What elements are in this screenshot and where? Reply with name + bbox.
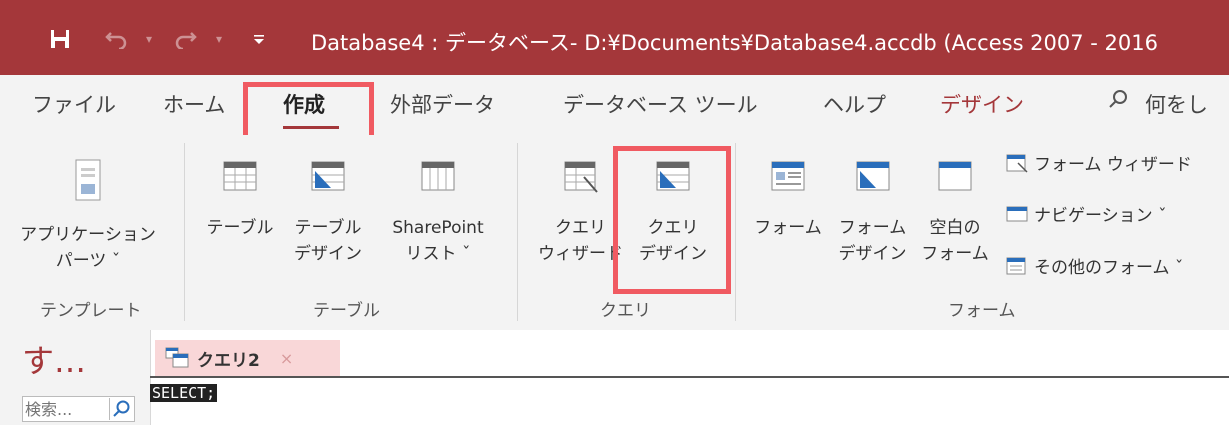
sharepoint-list-label-2: リスト ˇ (405, 244, 471, 264)
customize-qat-icon[interactable] (248, 24, 270, 54)
group-label-forms: フォーム (948, 301, 1016, 321)
tab-query2-label: クエリ2 (197, 350, 260, 371)
ribbon: アプリケーション パーツ ˇ テンプレート テーブル テーブル デザイン Sha… (0, 135, 1229, 330)
form-design-icon (856, 161, 889, 191)
table-label: テーブル (206, 218, 274, 238)
search-icon[interactable] (109, 398, 132, 420)
query-wizard-button[interactable]: クエリ ウィザード (533, 159, 628, 267)
tell-me-box[interactable]: 何をし (1145, 89, 1208, 119)
navigation-label: ナビゲーション ˇ (1034, 206, 1167, 226)
more-forms-icon (1006, 257, 1026, 274)
query-wizard-icon (564, 161, 598, 193)
query-design-button[interactable]: クエリ デザイン (628, 159, 718, 267)
redo-dropdown-icon[interactable]: ▾ (210, 24, 228, 54)
title-bar: ▾ ▾ Database4 : データベース- D:¥Documents¥Dat… (0, 0, 1229, 75)
tab-database-tools[interactable]: データベース ツール (563, 89, 758, 119)
search-icon[interactable] (1108, 89, 1128, 114)
tab-create[interactable]: 作成 (283, 89, 325, 119)
group-separator (517, 143, 518, 321)
query-icon (165, 347, 189, 368)
form-wizard-icon (1006, 154, 1028, 173)
application-parts-label: アプリケーション (20, 225, 156, 245)
table-icon (223, 161, 257, 191)
window-title: Database4 : データベース- D:¥Documents¥Databas… (311, 31, 1158, 55)
blank-form-label: 空白の (929, 218, 981, 238)
active-tab-underline (283, 126, 339, 129)
form-design-button[interactable]: フォーム デザイン (830, 159, 915, 267)
workspace: す… クエリ2 × SELECT; (0, 330, 1229, 425)
query-design-label: クエリ (647, 218, 699, 238)
query-design-label-2: デザイン (639, 244, 707, 264)
sql-editor-text[interactable]: SELECT; (150, 384, 218, 402)
redo-icon[interactable] (168, 24, 204, 54)
undo-dropdown-icon[interactable]: ▾ (140, 24, 158, 54)
application-parts-button[interactable]: アプリケーション パーツ ˇ (18, 152, 158, 274)
form-wizard-label: フォーム ウィザード (1034, 155, 1192, 175)
navigation-button[interactable]: ナビゲーション ˇ (1006, 201, 1167, 226)
group-label-queries: クエリ (600, 301, 651, 321)
group-label-templates: テンプレート (40, 301, 142, 321)
tab-external-data[interactable]: 外部データ (390, 89, 495, 119)
navigation-pane-title[interactable]: す… (22, 336, 86, 382)
tab-home[interactable]: ホーム (163, 89, 225, 119)
tab-help[interactable]: ヘルプ (823, 89, 886, 119)
navigation-icon (1006, 206, 1028, 221)
form-button[interactable]: フォーム (748, 159, 828, 241)
more-forms-button[interactable]: その他のフォーム ˇ (1006, 253, 1183, 278)
query-wizard-label-2: ウィザード (538, 244, 623, 264)
navigation-pane: す… (0, 330, 151, 425)
query-wizard-label: クエリ (555, 218, 606, 238)
tab-file[interactable]: ファイル (32, 89, 116, 119)
more-forms-label: その他のフォーム ˇ (1034, 258, 1184, 278)
group-separator (184, 143, 185, 321)
tab-query2[interactable]: クエリ2 × (155, 340, 340, 376)
save-icon[interactable] (40, 24, 80, 54)
application-parts-label-2: パーツ ˇ (55, 251, 121, 271)
form-wizard-button[interactable]: フォーム ウィザード (1006, 150, 1192, 175)
query-design-icon (656, 161, 690, 191)
form-design-label-2: デザイン (838, 244, 907, 264)
table-button[interactable]: テーブル (200, 159, 280, 241)
tab-design[interactable]: デザイン (940, 89, 1024, 119)
undo-icon[interactable] (98, 24, 134, 54)
group-separator (735, 143, 736, 321)
application-parts-icon (75, 159, 101, 201)
navigation-search (22, 396, 135, 422)
blank-form-label-2: フォーム (921, 244, 989, 264)
table-design-label: テーブル (294, 218, 362, 238)
form-label: フォーム (754, 218, 822, 238)
ribbon-tabs: ファイル ホーム 作成 外部データ データベース ツール ヘルプ デザイン 何を… (0, 75, 1229, 135)
navigation-search-input[interactable] (25, 398, 105, 420)
blank-form-icon (938, 161, 972, 191)
blank-form-button[interactable]: 空白の フォーム (915, 159, 995, 267)
table-design-icon (311, 161, 345, 191)
sharepoint-list-button[interactable]: SharePoint リスト ˇ (368, 159, 508, 267)
document-tab-divider (150, 376, 1229, 378)
table-design-label-2: デザイン (294, 244, 362, 264)
form-icon (771, 161, 805, 191)
form-design-label: フォーム (838, 218, 907, 238)
sharepoint-list-label: SharePoint (392, 218, 484, 238)
group-label-tables: テーブル (313, 301, 380, 321)
sharepoint-list-icon (421, 161, 455, 191)
table-design-button[interactable]: テーブル デザイン (283, 159, 373, 267)
close-icon[interactable]: × (280, 349, 293, 368)
